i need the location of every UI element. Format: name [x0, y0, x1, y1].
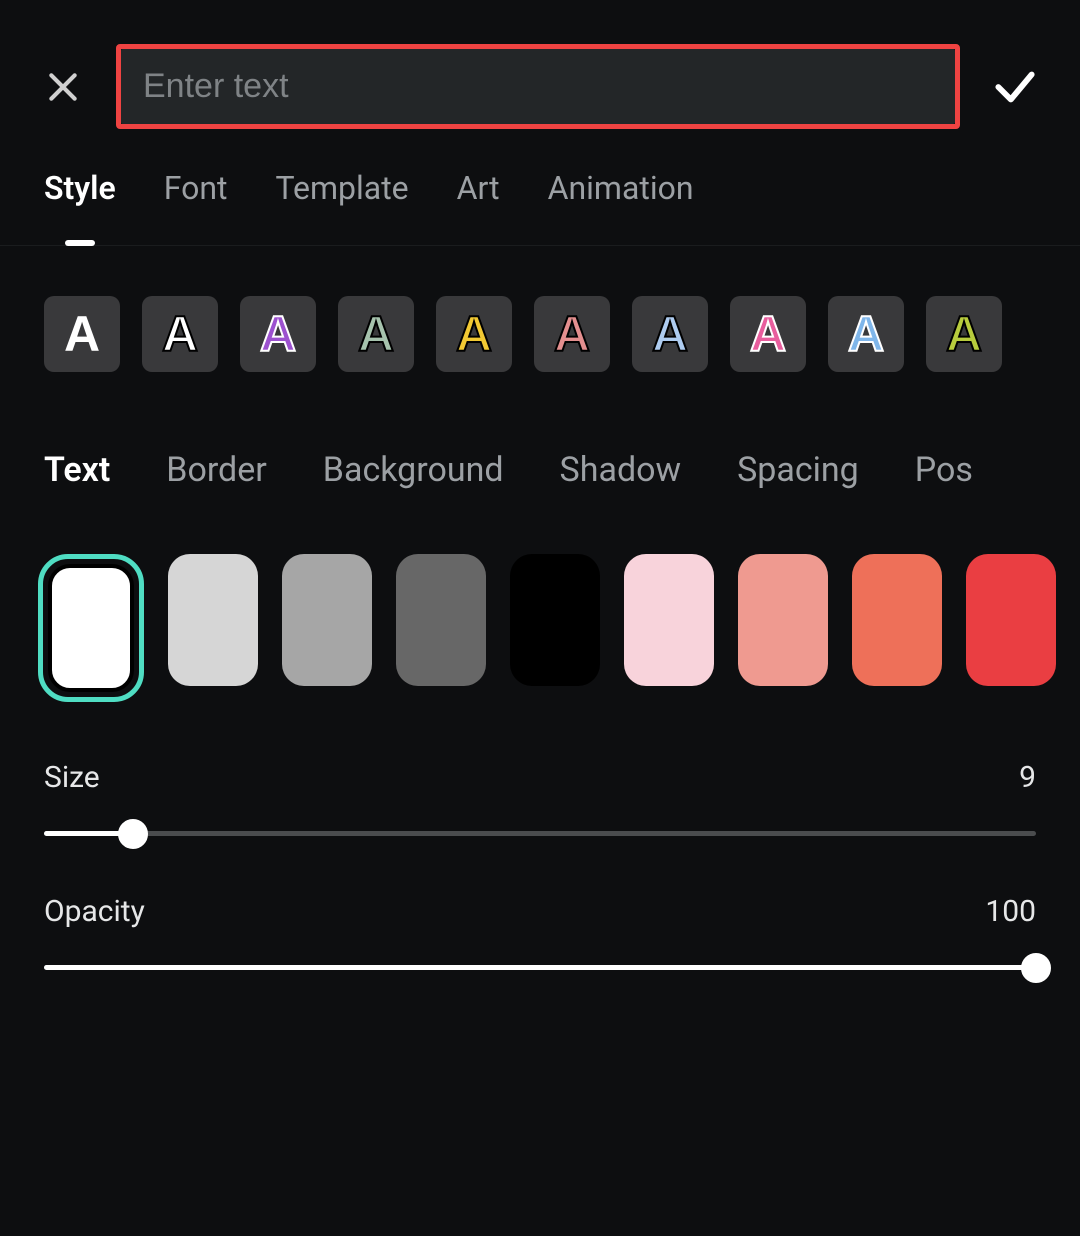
preset-purple-outline-white[interactable]: A: [240, 296, 316, 372]
style-subtabs: Text Border Background Shadow Spacing Pos: [0, 372, 1080, 490]
tab-art[interactable]: Art: [457, 169, 500, 245]
opacity-slider[interactable]: [44, 965, 1036, 970]
text-input[interactable]: [121, 49, 955, 124]
tab-style[interactable]: Style: [44, 169, 116, 245]
color-swatch-6[interactable]: [738, 554, 828, 686]
color-swatch-5[interactable]: [624, 554, 714, 686]
slider-section: Size 9 Opacity 100: [0, 702, 1080, 970]
color-swatch-7[interactable]: [852, 554, 942, 686]
preset-magenta-outline-white[interactable]: A: [730, 296, 806, 372]
preset-blue-outline-white[interactable]: A: [828, 296, 904, 372]
preset-lime-outline-black[interactable]: A: [926, 296, 1002, 372]
check-icon: [990, 62, 1040, 112]
close-icon: [43, 67, 83, 107]
text-input-highlight: [116, 44, 960, 129]
subtab-spacing[interactable]: Spacing: [737, 450, 859, 490]
preset-sage-outline-black[interactable]: A: [338, 296, 414, 372]
opacity-slider-thumb[interactable]: [1021, 953, 1051, 983]
subtab-background[interactable]: Background: [323, 450, 504, 490]
preset-lightblue-outline-black[interactable]: A: [632, 296, 708, 372]
opacity-label: Opacity: [44, 894, 145, 929]
preset-white-outline-black[interactable]: A: [142, 296, 218, 372]
preset-yellow-outline-black[interactable]: A: [436, 296, 512, 372]
color-swatch-row: [0, 490, 1080, 702]
opacity-value: 100: [985, 894, 1036, 929]
subtab-text[interactable]: Text: [44, 450, 110, 490]
color-swatch-4[interactable]: [510, 554, 600, 686]
close-button[interactable]: [40, 64, 86, 110]
size-label: Size: [44, 760, 100, 795]
color-swatch-1[interactable]: [168, 554, 258, 686]
subtab-pos[interactable]: Pos: [915, 450, 973, 490]
tab-animation[interactable]: Animation: [548, 169, 694, 245]
preset-pink-outline-black[interactable]: A: [534, 296, 610, 372]
size-slider-thumb[interactable]: [118, 819, 148, 849]
tab-font[interactable]: Font: [164, 169, 228, 245]
color-swatch-8[interactable]: [966, 554, 1056, 686]
size-slider-row: Size 9: [44, 760, 1036, 836]
header: [0, 30, 1080, 159]
tab-template[interactable]: Template: [275, 169, 408, 245]
size-slider[interactable]: [44, 831, 1036, 836]
subtab-shadow[interactable]: Shadow: [560, 450, 682, 490]
color-swatch-2[interactable]: [282, 554, 372, 686]
opacity-slider-row: Opacity 100: [44, 894, 1036, 970]
style-presets-row: AAAAAAAAAA: [0, 246, 1080, 372]
preset-white-solid[interactable]: A: [44, 296, 120, 372]
size-value: 9: [1019, 760, 1036, 795]
main-tabs: Style Font Template Art Animation: [0, 159, 1080, 246]
color-swatch-3[interactable]: [396, 554, 486, 686]
subtab-border[interactable]: Border: [166, 450, 267, 490]
confirm-button[interactable]: [990, 62, 1040, 112]
color-swatch-0[interactable]: [48, 564, 134, 692]
